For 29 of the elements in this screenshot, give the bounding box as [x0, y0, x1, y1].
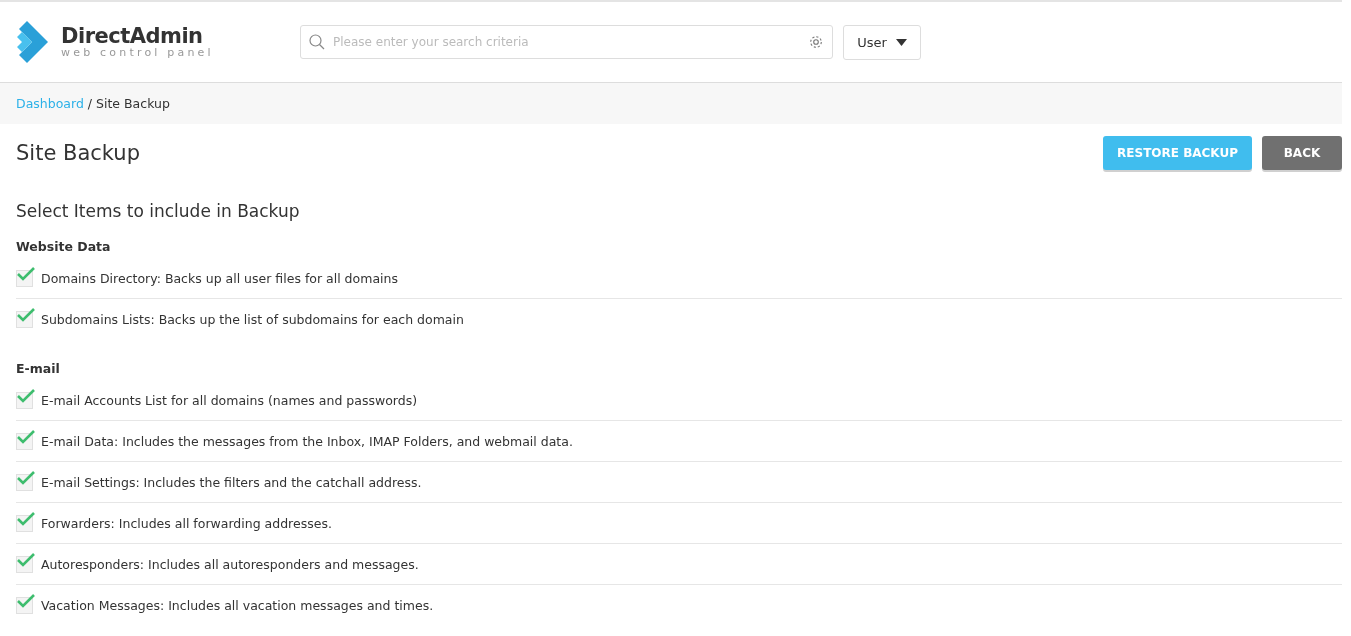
checkbox[interactable]: [16, 391, 33, 409]
section-title: Select Items to include in Backup: [16, 201, 301, 221]
checkbox[interactable]: [16, 310, 33, 328]
checkbox-label: Forwarders: Includes all forwarding addresses.: [41, 515, 332, 531]
group-title: Website Data: [16, 239, 112, 254]
checkbox-label: E-mail Accounts List for all domains (names and passwords): [41, 392, 418, 408]
checkbox[interactable]: [16, 555, 33, 573]
checkbox-label: Autoresponders: Includes all autoresponders and messages.: [41, 556, 419, 572]
back-button[interactable]: BACK: [1262, 136, 1342, 170]
settings-icon[interactable]: [808, 34, 824, 50]
user-menu-button[interactable]: User: [843, 24, 921, 60]
caret-icon: [895, 38, 907, 46]
checkbox[interactable]: [16, 596, 33, 614]
checkbox-label: E-mail Settings: Includes the filters and the catchall address.: [41, 474, 422, 490]
breadcrumb-separator: /: [87, 96, 93, 111]
checkbox[interactable]: [16, 269, 33, 287]
checkbox[interactable]: [16, 473, 33, 491]
checkbox[interactable]: [16, 432, 33, 450]
breadcrumb-current: Site Backup: [96, 96, 170, 111]
checkbox-label: Vacation Messages: Includes all vacation messages and times.: [41, 597, 434, 613]
checkbox-label: Domains Directory: Backs up all user files for all domains: [41, 270, 398, 286]
checkbox-label: Subdomains Lists: Backs up the list of subdomains for each domain: [41, 311, 464, 327]
logo-subtitle: web control panel: [61, 47, 214, 59]
group-title: E-mail: [16, 361, 61, 376]
checkbox[interactable]: [16, 514, 33, 532]
logo-title: DirectAdmin: [61, 25, 204, 47]
checkbox-label: E-mail Data: Includes the messages from the Inbox, IMAP Folders, and webmail data.: [41, 433, 573, 449]
search-field[interactable]: Please enter your search criteria: [300, 25, 833, 59]
page-title: Site Backup: [16, 141, 140, 165]
